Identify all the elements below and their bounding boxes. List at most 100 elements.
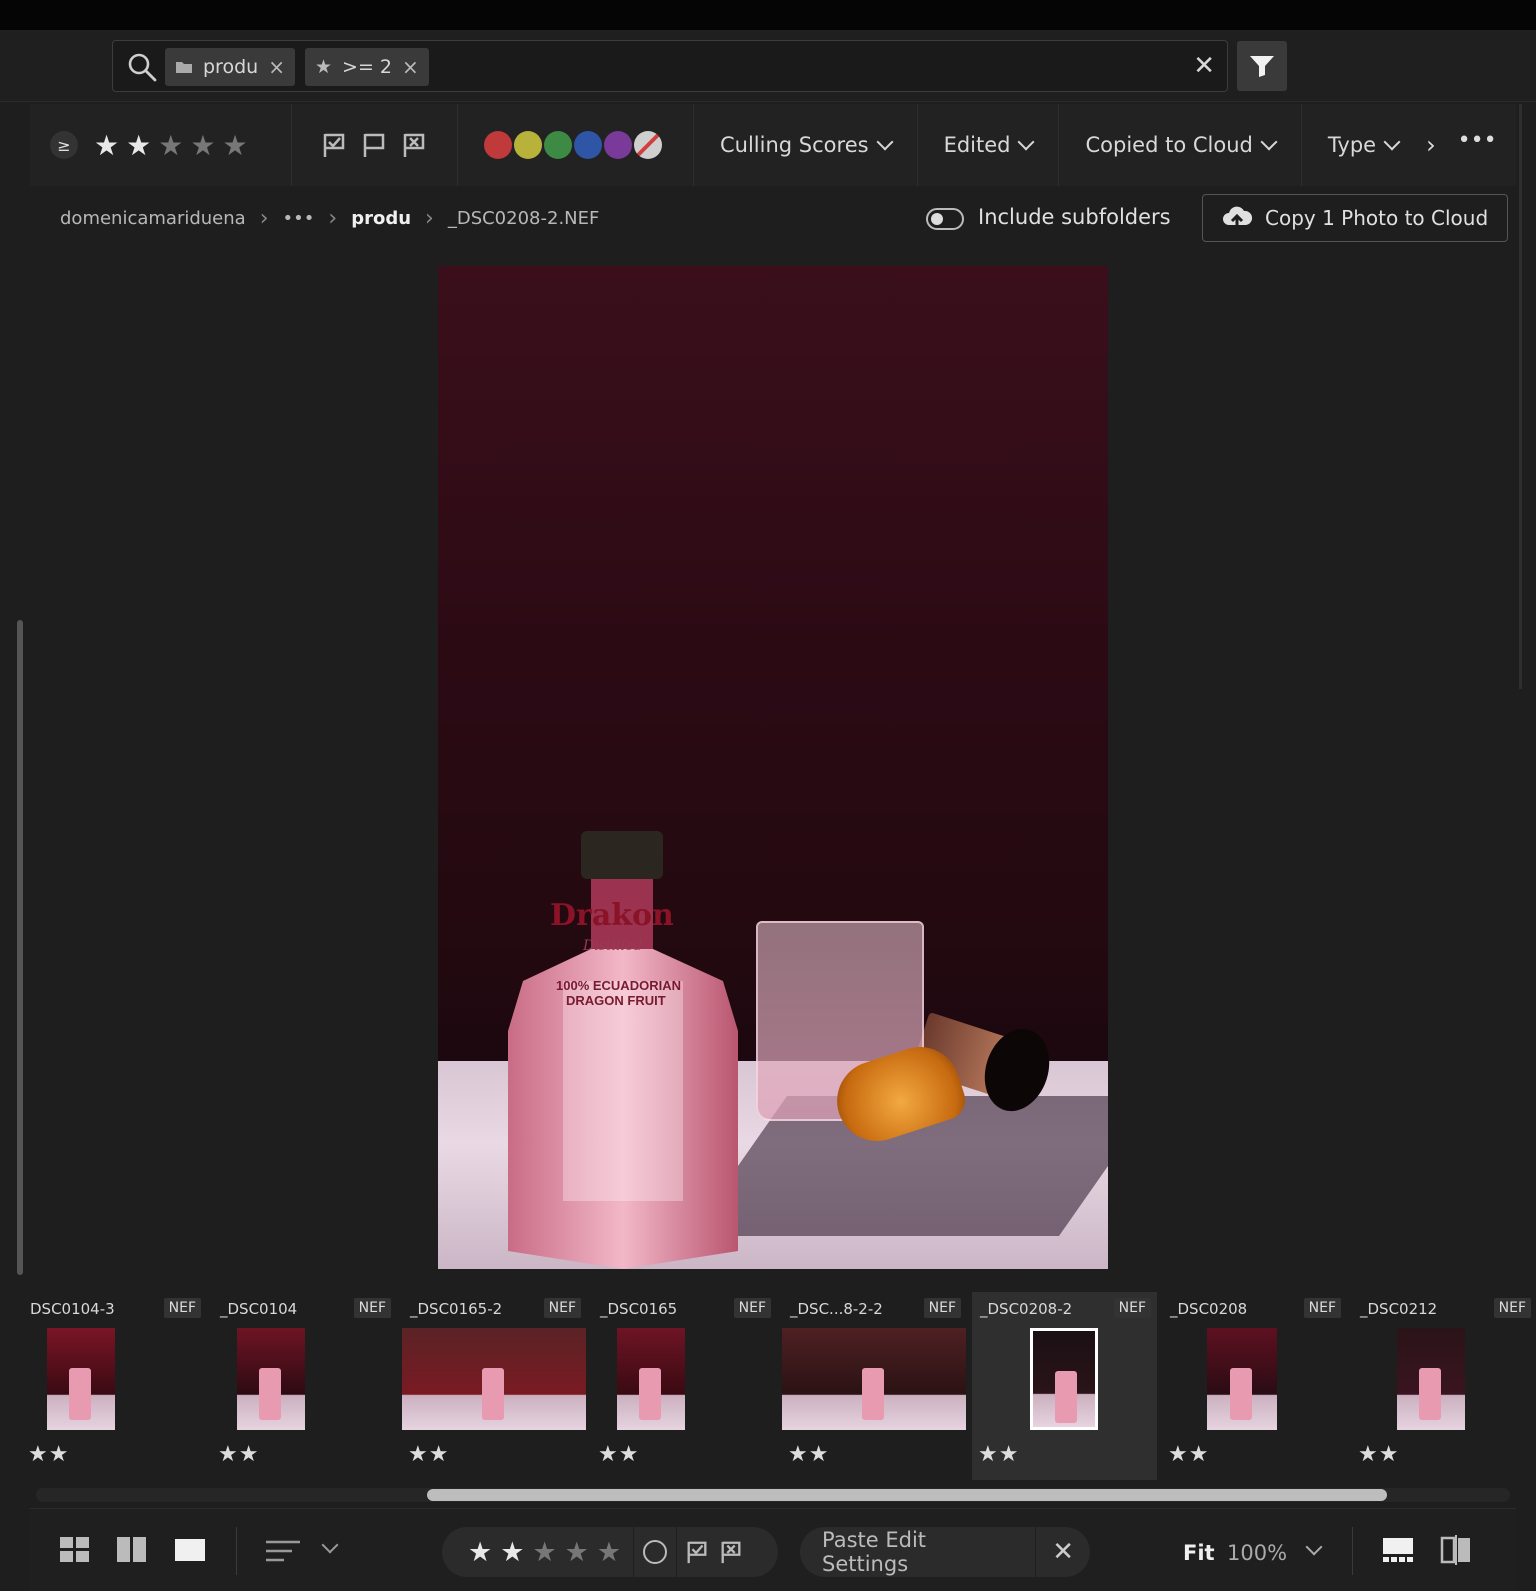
copied-to-cloud-dropdown[interactable]: Copied to Cloud [1059, 104, 1302, 186]
more-options-icon[interactable]: ••• [1458, 128, 1497, 153]
paste-edit-settings-button[interactable]: Paste Edit Settings [800, 1528, 1035, 1576]
filmstrip-item[interactable]: _DSC0212 NEF ★★ [1352, 1292, 1536, 1480]
dropdown-label: Culling Scores [720, 133, 869, 157]
breadcrumb: domenicamariduena › ••• › produ › _DSC02… [60, 206, 599, 231]
rating-star-1[interactable]: ★ [94, 129, 119, 162]
rating-star-3[interactable]: ★ [158, 129, 183, 162]
include-subfolders-label: Include subfolders [978, 205, 1171, 229]
filmstrip-item[interactable]: _DSC...8-2-2 NEF ★★ [782, 1292, 967, 1480]
toolbar-star-1[interactable]: ★ [468, 1537, 492, 1568]
filmstrip-thumbnail[interactable] [1397, 1328, 1465, 1430]
search-input[interactable]: produ × ★ >= 2 × ✕ [112, 40, 1228, 92]
dropdown-label: Copied to Cloud [1085, 133, 1253, 157]
rating-star-4[interactable]: ★ [190, 129, 215, 162]
color-label-none-icon[interactable] [634, 131, 662, 159]
chip-remove-icon[interactable]: × [268, 55, 285, 79]
filmstrip-thumbnail[interactable] [782, 1328, 966, 1430]
fit-button[interactable]: Fit [1183, 1541, 1215, 1565]
unflagged-icon[interactable] [361, 132, 387, 158]
filmstrip-item[interactable]: _DSC0208-2 NEF ★★ [972, 1292, 1157, 1480]
filmstrip-item[interactable]: _DSC0104 NEF ★★ [212, 1292, 397, 1480]
funnel-icon [1250, 56, 1274, 77]
left-panel-scrollbar[interactable] [17, 620, 23, 1275]
color-label-dot[interactable] [514, 131, 542, 159]
filmstrip-thumbnail[interactable] [617, 1328, 685, 1430]
copy-to-cloud-button[interactable]: Copy 1 Photo to Cloud [1202, 194, 1508, 242]
rating-flag-controls: ★ ★ ★ ★ ★ [442, 1527, 778, 1577]
toolbar-star-5[interactable]: ★ [597, 1537, 621, 1568]
filmstrip-item[interactable]: _DSC0165 NEF ★★ [592, 1292, 777, 1480]
sort-icon[interactable] [266, 1539, 300, 1563]
rating-star-2[interactable]: ★ [126, 129, 151, 162]
color-label-dot[interactable] [604, 131, 632, 159]
filter-chip-rating[interactable]: ★ >= 2 × [305, 48, 429, 86]
filmstrip-item-name: _DSC...8-2-2 [790, 1300, 883, 1318]
chevron-right-icon[interactable]: › [1426, 131, 1436, 159]
filmstrip-item-rating: ★★ [1358, 1442, 1400, 1467]
dropdown-label: Edited [943, 133, 1011, 157]
filter-chip-folder[interactable]: produ × [165, 48, 295, 86]
square-grid-view-icon[interactable] [117, 1537, 147, 1563]
toolbar-star-3[interactable]: ★ [532, 1537, 556, 1568]
breadcrumb-folder[interactable]: produ [351, 208, 411, 229]
rating-star-5[interactable]: ★ [222, 129, 247, 162]
zoom-level[interactable]: 100% [1227, 1541, 1287, 1565]
sort-chevron-down-icon[interactable] [321, 1536, 339, 1554]
filmstrip-thumbnail[interactable] [1207, 1328, 1277, 1430]
copy-button-label: Copy 1 Photo to Cloud [1265, 206, 1489, 230]
type-dropdown[interactable]: Type [1302, 104, 1424, 186]
filmstrip-toggle-icon[interactable] [1382, 1537, 1414, 1563]
include-subfolders-toggle[interactable] [926, 208, 964, 230]
thumbnail-bottle [69, 1368, 91, 1420]
thumbnail-bottle [259, 1368, 281, 1420]
culling-scores-dropdown[interactable]: Culling Scores [694, 104, 918, 186]
close-icon[interactable]: ✕ [1036, 1537, 1090, 1567]
right-panel-scrollbar[interactable] [1519, 104, 1522, 689]
clear-search-icon[interactable]: ✕ [1193, 51, 1215, 81]
filmstrip-thumbnail[interactable] [47, 1328, 115, 1430]
folder-icon [176, 62, 192, 73]
filmstrip-scrollbar-thumb[interactable] [427, 1489, 1387, 1501]
filmstrip-item[interactable]: _DSC0208 NEF ★★ [1162, 1292, 1347, 1480]
color-label-dot[interactable] [484, 131, 512, 159]
chevron-right-icon: › [425, 206, 434, 231]
bottom-toolbar: ★ ★ ★ ★ ★ Paste Edit Settings ✕ Fit 100% [30, 1508, 1516, 1591]
filmstrip-item[interactable]: DSC0104-3 NEF ★★ [22, 1292, 207, 1480]
filter-button[interactable] [1237, 41, 1287, 91]
reject-flag-icon[interactable] [719, 1540, 743, 1564]
grid-view-icon[interactable] [60, 1537, 90, 1563]
color-label-dot[interactable] [544, 131, 572, 159]
bottle-brand-label: Drakon [550, 898, 674, 933]
toolbar-star-2[interactable]: ★ [500, 1537, 524, 1568]
rejected-flag-icon[interactable] [401, 132, 427, 158]
toolbar-star-4[interactable]: ★ [565, 1537, 589, 1568]
file-type-badge: NEF [543, 1298, 581, 1318]
filmstrip-item-name: _DSC0104 [220, 1300, 298, 1318]
filmstrip-thumbnail[interactable] [402, 1328, 586, 1430]
main-photo[interactable]: Drakon Distilled 100% ECUADORIAN DRAGON … [438, 266, 1108, 1269]
picked-flag-icon[interactable] [321, 132, 347, 158]
filmstrip-item-rating: ★★ [28, 1442, 70, 1467]
pick-flag-icon[interactable] [685, 1540, 709, 1564]
bottle-line2-label: DRAGON FRUIT [566, 993, 666, 1008]
breadcrumb-ellipsis[interactable]: ••• [283, 208, 315, 229]
bottle-sub-label: Distilled [583, 938, 643, 954]
thumbnail-bottle [1055, 1371, 1077, 1423]
chevron-down-icon [1017, 133, 1035, 151]
filmstrip-item[interactable]: _DSC0165-2 NEF ★★ [402, 1292, 587, 1480]
breadcrumb-root[interactable]: domenicamariduena [60, 208, 246, 229]
filmstrip-thumbnail[interactable] [1030, 1328, 1098, 1430]
rating-operator-button[interactable]: ≥ [50, 131, 78, 159]
color-label-filter [458, 104, 694, 186]
color-label-dot[interactable] [574, 131, 602, 159]
filmstrip-thumbnail[interactable] [237, 1328, 305, 1430]
chevron-down-icon [876, 133, 894, 151]
filmstrip-item-name: DSC0104-3 [30, 1300, 115, 1318]
color-label-circle-icon[interactable] [642, 1539, 668, 1565]
edited-dropdown[interactable]: Edited [918, 104, 1060, 186]
paste-edit-settings-control: Paste Edit Settings ✕ [800, 1527, 1090, 1577]
detail-view-icon[interactable] [175, 1537, 205, 1563]
zoom-chevron-down-icon[interactable] [1305, 1538, 1323, 1556]
compare-view-icon[interactable] [1440, 1535, 1472, 1565]
chip-remove-icon[interactable]: × [402, 55, 419, 79]
